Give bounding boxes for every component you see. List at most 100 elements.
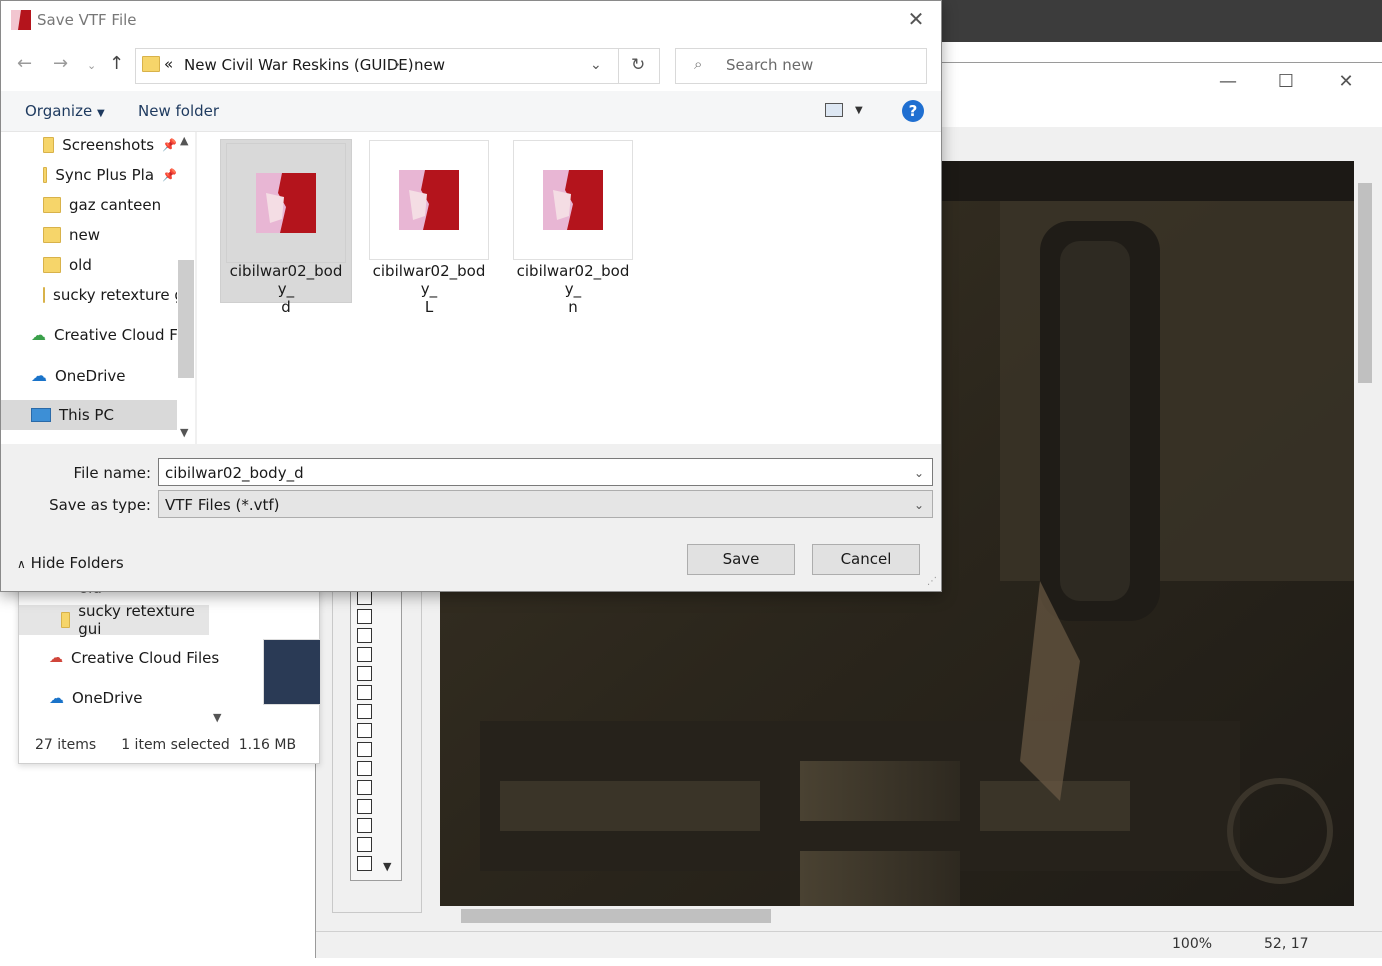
- nav-item-label: Sync Plus Pla: [55, 166, 155, 184]
- dialog-title: Save VTF File: [37, 11, 137, 29]
- file-explorer-window: old sucky retexture gui ☁ Creative Cloud…: [18, 579, 321, 764]
- checkbox[interactable]: [357, 837, 372, 852]
- nav-item-this-pc[interactable]: This PC: [1, 400, 177, 430]
- file-item[interactable]: cibilwar02_body_ L: [369, 140, 489, 316]
- file-name-label: File name:: [73, 464, 151, 482]
- breadcrumb-separator: ›: [394, 55, 400, 73]
- address-bar[interactable]: « New Civil War Reskins (GUIDE) › new ⌄: [135, 48, 619, 84]
- sync-folder-icon: [43, 167, 48, 183]
- cursor-coords: 52, 17: [1264, 936, 1309, 952]
- chevron-up-icon: ∧: [17, 557, 26, 571]
- organize-button[interactable]: Organize ▼: [25, 102, 105, 120]
- file-name-line: cibilwar02_body_: [229, 262, 343, 298]
- checkbox[interactable]: [357, 647, 372, 662]
- file-thumbnail: [369, 140, 489, 260]
- file-thumbnail[interactable]: [263, 639, 321, 705]
- recent-dropdown-icon[interactable]: ⌄: [87, 59, 96, 72]
- nav-item-label: Screenshots: [62, 136, 155, 154]
- maximize-icon[interactable]: ☐: [1266, 71, 1306, 92]
- hide-folders-button[interactable]: ∧ Hide Folders: [17, 554, 124, 572]
- folder-icon: [43, 137, 55, 153]
- checkbox[interactable]: [357, 666, 372, 681]
- scrollbar-thumb[interactable]: [1358, 183, 1372, 383]
- file-item[interactable]: cibilwar02_body_ n: [513, 140, 633, 316]
- vertical-scrollbar[interactable]: [1355, 161, 1375, 907]
- chevron-down-icon[interactable]: ▼: [180, 426, 188, 439]
- nav-item-old[interactable]: old: [43, 256, 177, 274]
- save-type-select[interactable]: VTF Files (*.vtf) ⌄: [158, 490, 933, 518]
- nav-item-onedrive[interactable]: ☁ OneDrive: [31, 366, 177, 385]
- checkbox[interactable]: [357, 780, 372, 795]
- explorer-nav-item[interactable]: ☁ OneDrive: [49, 689, 143, 707]
- refresh-button[interactable]: ↻: [618, 48, 660, 84]
- minimize-icon[interactable]: —: [1208, 71, 1248, 92]
- chevron-down-icon[interactable]: ▼: [383, 860, 391, 873]
- folder-icon: [61, 612, 71, 628]
- breadcrumb-current[interactable]: new: [414, 56, 445, 74]
- resize-grip-icon[interactable]: ⋰: [927, 576, 937, 587]
- nav-item-creative-cloud[interactable]: ☁ Creative Cloud Fil: [31, 326, 177, 344]
- file-item[interactable]: cibilwar02_body_ d: [220, 139, 352, 316]
- horizontal-scrollbar[interactable]: [440, 906, 1354, 926]
- pin-icon: 📌: [162, 138, 177, 152]
- nav-item-gaz-canteen[interactable]: gaz canteen: [43, 196, 177, 214]
- mipmap-checklist[interactable]: ▼: [350, 583, 402, 881]
- cancel-button[interactable]: Cancel: [812, 544, 920, 575]
- nav-item-sucky-retexture[interactable]: sucky retexture g: [43, 286, 177, 304]
- scrollbar-thumb[interactable]: [178, 260, 194, 378]
- close-icon[interactable]: ✕: [901, 7, 931, 31]
- caret-down-icon[interactable]: ▼: [855, 105, 863, 116]
- checkbox[interactable]: [357, 799, 372, 814]
- checkbox[interactable]: [357, 628, 372, 643]
- checkbox[interactable]: [357, 685, 372, 700]
- chevron-down-icon[interactable]: ⌄: [914, 491, 924, 519]
- nav-item-label: This PC: [59, 406, 114, 424]
- save-button[interactable]: Save: [687, 544, 795, 575]
- checkbox[interactable]: [357, 761, 372, 776]
- address-overflow[interactable]: «: [164, 55, 173, 73]
- nav-item-sync-plus[interactable]: Sync Plus Pla 📌: [43, 166, 177, 184]
- explorer-scrollbar[interactable]: ▼: [209, 581, 227, 731]
- refresh-icon: ↻: [631, 55, 646, 75]
- file-name-input[interactable]: cibilwar02_body_d ⌄: [158, 458, 933, 486]
- folder-icon: [142, 56, 160, 76]
- checkbox[interactable]: [357, 704, 372, 719]
- explorer-nav-label: Creative Cloud Files: [71, 649, 220, 667]
- close-icon[interactable]: ✕: [1326, 71, 1366, 92]
- explorer-nav-item[interactable]: sucky retexture gui: [19, 602, 209, 638]
- checkbox[interactable]: [357, 742, 372, 757]
- save-dialog: Save VTF File ✕ ← → ⌄ ↑ « New Civil War …: [0, 0, 942, 592]
- forward-arrow-icon[interactable]: →: [53, 53, 68, 74]
- pin-icon: 📌: [162, 168, 177, 182]
- checkbox[interactable]: [357, 856, 372, 871]
- scrollbar-thumb[interactable]: [461, 909, 771, 923]
- hide-folders-label: Hide Folders: [30, 554, 124, 572]
- chevron-up-icon[interactable]: ▲: [180, 134, 188, 147]
- folder-icon: [43, 227, 61, 243]
- search-box[interactable]: ⌕ Search new: [675, 48, 927, 84]
- breadcrumb-parent[interactable]: New Civil War Reskins (GUIDE): [184, 56, 414, 74]
- nav-item-new[interactable]: new: [43, 226, 177, 244]
- back-arrow-icon[interactable]: ←: [17, 53, 32, 74]
- checkbox[interactable]: [357, 590, 372, 605]
- search-input[interactable]: Search new: [726, 56, 813, 74]
- checkbox[interactable]: [357, 609, 372, 624]
- nav-item-label: sucky retexture g: [53, 286, 177, 304]
- file-list: cibilwar02_body_ d cibilwar02_body_ L ci…: [197, 132, 941, 444]
- navigation-bar: ← → ⌄ ↑ « New Civil War Reskins (GUIDE) …: [1, 41, 941, 91]
- chevron-down-icon[interactable]: ⌄: [914, 459, 924, 487]
- help-icon[interactable]: ?: [902, 100, 924, 122]
- nav-item-screenshots[interactable]: Screenshots 📌: [43, 136, 177, 154]
- checkbox[interactable]: [357, 818, 372, 833]
- chevron-down-icon[interactable]: ▼: [213, 711, 221, 724]
- explorer-nav-item[interactable]: ☁ Creative Cloud Files: [49, 649, 219, 667]
- chevron-down-icon[interactable]: ⌄: [590, 57, 602, 73]
- nav-pane-scrollbar[interactable]: ▲ ▼: [177, 132, 195, 444]
- file-name: cibilwar02_body_ L: [369, 262, 489, 316]
- checkbox[interactable]: [357, 723, 372, 738]
- view-mode-icon[interactable]: [825, 103, 843, 117]
- new-folder-button[interactable]: New folder: [138, 102, 219, 120]
- onedrive-icon: ☁: [49, 689, 64, 707]
- up-arrow-icon[interactable]: ↑: [109, 53, 124, 74]
- file-name-line: d: [281, 298, 291, 316]
